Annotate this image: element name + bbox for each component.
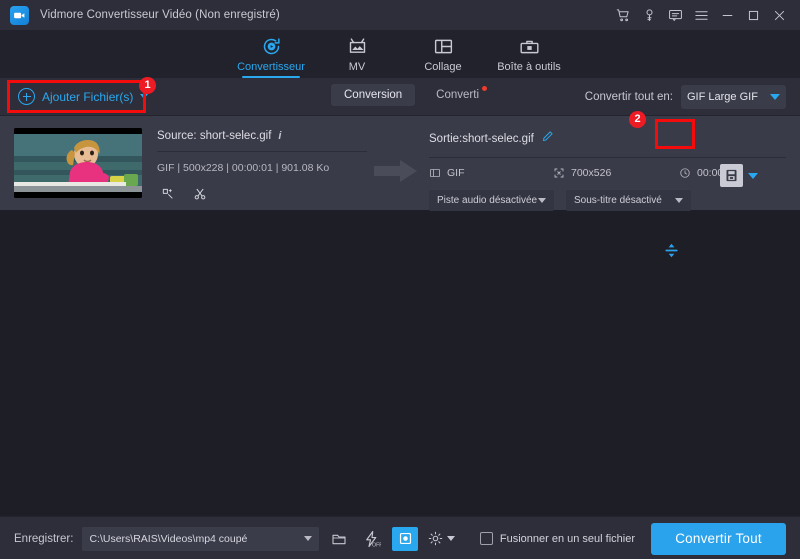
tab-conversion-label: Conversion xyxy=(344,89,403,101)
file-list: Source: short-selec.gif i GIF | 500x228 … xyxy=(0,116,800,258)
conversion-tabs: Conversion Converti xyxy=(331,84,492,106)
source-tools xyxy=(157,187,367,206)
video-thumbnail[interactable] xyxy=(14,128,142,198)
save-path-label: Enregistrer: xyxy=(14,532,74,545)
hardware-accel-off-icon[interactable]: OFF xyxy=(359,527,385,551)
conversion-arrow xyxy=(367,128,425,184)
convert-all-button[interactable]: Convertir Tout xyxy=(651,522,786,555)
convert-all-button-label: Convertir Tout xyxy=(675,531,762,546)
output-format-cell: GIF xyxy=(429,167,547,179)
tab-converted[interactable]: Converti xyxy=(423,84,492,106)
convert-all-to: Convertir tout en: GIF Large GIF xyxy=(585,85,786,109)
divider xyxy=(157,151,367,152)
output-resolution-cell: 700x526 xyxy=(553,167,673,179)
output-preset-icon[interactable] xyxy=(720,164,743,187)
scissors-cut-icon[interactable] xyxy=(193,187,207,206)
chevron-down-icon xyxy=(675,198,683,203)
nav-item-converter[interactable]: Convertisseur xyxy=(234,30,308,78)
chevron-down-icon xyxy=(447,536,456,541)
maximize-icon[interactable] xyxy=(740,2,766,28)
nav-label-collage: Collage xyxy=(424,60,462,73)
nav-label-toolbox: Boîte à outils xyxy=(497,60,561,73)
bottom-bar: Enregistrer: C:\Users\RAIS\Videos\mp4 co… xyxy=(0,516,800,559)
source-column: Source: short-selec.gif i GIF | 500x228 … xyxy=(157,128,367,206)
window-title: Vidmore Convertisseur Vidéo (Non enregis… xyxy=(40,9,280,21)
nav-item-collage[interactable]: Collage xyxy=(406,30,480,78)
magic-wand-edit-icon[interactable] xyxy=(161,187,175,206)
resize-vertical-arrows-icon[interactable] xyxy=(663,242,680,264)
nav-item-mv[interactable]: MV xyxy=(320,30,394,78)
pencil-edit-icon[interactable] xyxy=(541,130,554,148)
title-bar: Vidmore Convertisseur Vidéo (Non enregis… xyxy=(0,0,800,30)
window-controls xyxy=(610,2,792,28)
main-navigation: Convertisseur MV Collage Boîte à outils xyxy=(0,30,800,78)
format-select[interactable]: GIF Large GIF xyxy=(681,85,786,109)
chevron-down-icon xyxy=(770,94,780,100)
save-path-value: C:\Users\RAIS\Videos\mp4 coupé xyxy=(89,532,248,545)
format-select-value: GIF Large GIF xyxy=(687,91,758,103)
plus-circle-icon xyxy=(18,88,35,105)
merge-into-one-file-toggle[interactable]: Fusionner en un seul fichier xyxy=(479,532,635,545)
output-format-value: GIF xyxy=(447,167,465,179)
close-icon[interactable] xyxy=(766,2,792,28)
source-label-text: Source: short-selec.gif xyxy=(157,130,272,142)
app-camera-icon xyxy=(10,5,29,25)
tab-converted-label: Converti xyxy=(436,89,479,101)
file-row[interactable]: Source: short-selec.gif i GIF | 500x228 … xyxy=(0,116,800,258)
chevron-down-icon[interactable] xyxy=(748,172,758,179)
toolbox-icon xyxy=(519,36,540,58)
gpu-acceleration-icon[interactable] xyxy=(392,526,419,551)
nav-label-mv: MV xyxy=(348,60,366,73)
svg-text:OFF: OFF xyxy=(372,542,381,548)
open-folder-icon[interactable] xyxy=(326,527,352,551)
output-selects: Piste audio désactivée Sous-titre désact… xyxy=(429,190,786,211)
application-window: Vidmore Convertisseur Vidéo (Non enregis… xyxy=(0,0,800,559)
new-badge-dot xyxy=(482,86,487,91)
feedback-icon[interactable] xyxy=(662,2,688,28)
subtitle-value: Sous-titre désactivé xyxy=(574,195,662,206)
save-path-input[interactable]: C:\Users\RAIS\Videos\mp4 coupé xyxy=(82,526,320,551)
chevron-down-icon xyxy=(538,198,546,203)
subtitle-select[interactable]: Sous-titre désactivé xyxy=(566,190,691,211)
source-metadata: GIF | 500x228 | 00:00:01 | 901.08 Ko xyxy=(157,162,330,174)
add-files-button[interactable]: Ajouter Fichier(s) xyxy=(14,85,152,108)
nav-label-converter: Convertisseur xyxy=(237,60,305,73)
output-file-name: Sortie:short-selec.gif xyxy=(429,133,534,145)
source-file-name: Source: short-selec.gif i xyxy=(157,130,367,142)
audio-track-select[interactable]: Piste audio désactivée xyxy=(429,190,554,211)
cart-icon[interactable] xyxy=(610,2,636,28)
chevron-down-icon xyxy=(304,536,313,541)
output-header: Sortie:short-selec.gif xyxy=(429,130,786,148)
chevron-down-icon[interactable] xyxy=(140,94,149,99)
file-list-empty-area xyxy=(0,210,800,516)
collage-icon xyxy=(433,36,454,58)
convert-all-label: Convertir tout en: xyxy=(584,91,673,103)
output-preset-control xyxy=(720,164,758,187)
mv-icon xyxy=(347,36,368,58)
action-toolbar: Ajouter Fichier(s) Conversion Converti C… xyxy=(0,78,800,116)
minimize-icon[interactable] xyxy=(714,2,740,28)
tab-conversion[interactable]: Conversion xyxy=(331,84,416,106)
nav-item-toolbox[interactable]: Boîte à outils xyxy=(492,30,566,78)
converter-icon xyxy=(261,36,282,58)
output-resolution-value: 700x526 xyxy=(571,167,612,179)
key-icon[interactable] xyxy=(636,2,662,28)
info-icon[interactable]: i xyxy=(278,130,281,142)
divider xyxy=(429,157,786,158)
add-files-label: Ajouter Fichier(s) xyxy=(42,89,134,104)
menu-icon[interactable] xyxy=(688,2,714,28)
audio-track-value: Piste audio désactivée xyxy=(437,195,538,206)
gear-settings-icon[interactable] xyxy=(427,530,456,547)
merge-checkbox[interactable] xyxy=(479,532,493,545)
merge-label: Fusionner en un seul fichier xyxy=(499,532,635,545)
